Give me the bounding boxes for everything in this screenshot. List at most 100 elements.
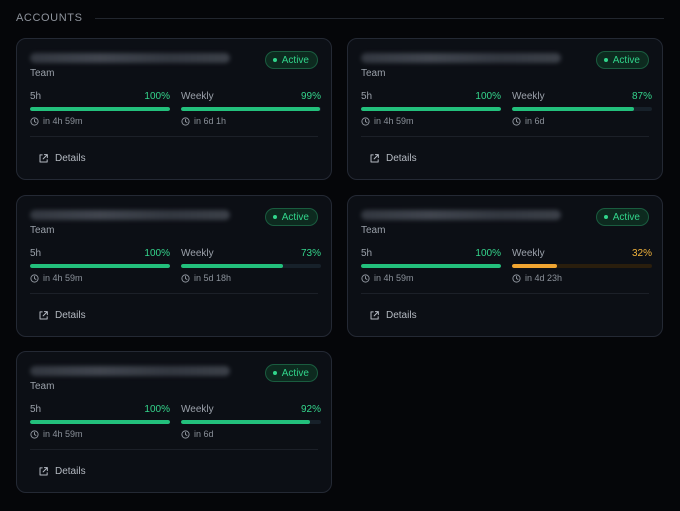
usage-weekly-percent: 87% <box>631 91 652 102</box>
usage-5h-reset-text: in 4h 59m <box>43 273 83 283</box>
status-label: Active <box>281 211 309 223</box>
usage-5h-label: 5h <box>361 248 373 259</box>
usage-5h-reset: in 4h 59m <box>361 273 501 283</box>
clock-icon <box>181 429 190 439</box>
card-divider <box>30 449 318 450</box>
usage-weekly-bar-fill <box>512 107 634 111</box>
usage-5h: 5h 100% in 4h 59m <box>30 91 170 126</box>
account-plan: Team <box>361 68 386 79</box>
usage-weekly: Weekly 73% in 5d 18h <box>181 248 321 283</box>
usage-weekly-reset: in 6d <box>512 116 652 126</box>
usage-weekly-label: Weekly <box>181 91 214 102</box>
usage-weekly-label: Weekly <box>512 91 545 102</box>
usage-weekly-reset: in 5d 18h <box>181 273 321 283</box>
usage-5h-percent: 100% <box>144 248 170 259</box>
clock-icon <box>181 273 190 283</box>
status-badge: Active <box>264 51 318 69</box>
usage-5h-bar-fill <box>30 264 170 268</box>
details-button[interactable]: Details <box>38 151 86 165</box>
external-link-icon <box>370 153 379 162</box>
usage-weekly-bar-fill <box>181 264 284 268</box>
usage-weekly-percent: 92% <box>300 404 321 415</box>
status-dot-icon <box>272 371 277 375</box>
section-divider <box>94 17 664 19</box>
usage-weekly-percent: 99% <box>300 91 321 102</box>
clock-icon <box>181 116 190 126</box>
usage-5h: 5h 100% in 4h 59m <box>361 248 501 283</box>
usage-weekly-bar <box>181 420 321 424</box>
usage-weekly: Weekly 32% in 4d 23h <box>512 248 652 283</box>
usage-weekly-reset-text: in 4d 23h <box>525 273 563 283</box>
usage-weekly-label: Weekly <box>512 248 545 259</box>
usage-weekly-percent: 73% <box>300 248 321 259</box>
usage-weekly-bar <box>512 107 652 111</box>
usage-weekly-bar <box>512 264 652 268</box>
account-card: redacted-email-address-5 Team Active 5h … <box>16 351 332 493</box>
details-button[interactable]: Details <box>38 464 86 478</box>
usage-5h-label: 5h <box>30 404 42 415</box>
usage-5h: 5h 100% in 4h 59m <box>30 248 170 283</box>
status-badge: Active <box>264 364 318 382</box>
usage-weekly-reset: in 6d 1h <box>181 116 321 126</box>
section-title: ACCOUNTS <box>16 12 83 24</box>
account-plan: Team <box>361 225 386 236</box>
clock-icon <box>30 273 39 283</box>
usage-5h: 5h 100% in 4h 59m <box>30 404 170 439</box>
usage-5h-percent: 100% <box>144 404 170 415</box>
usage-5h-label: 5h <box>30 248 42 259</box>
account-email: redacted-email-address-3 <box>30 210 230 220</box>
usage-5h-bar <box>361 107 501 111</box>
external-link-icon <box>39 310 48 319</box>
usage-weekly-reset-text: in 6d <box>525 116 545 126</box>
details-label: Details <box>386 152 417 164</box>
status-dot-icon <box>272 215 277 219</box>
usage-weekly-bar-fill <box>181 107 320 111</box>
account-email: redacted-email-address-2 <box>361 53 561 63</box>
details-button[interactable]: Details <box>369 151 417 165</box>
details-button[interactable]: Details <box>369 308 417 322</box>
card-divider <box>361 136 649 137</box>
usage-5h-reset-text: in 4h 59m <box>43 116 83 126</box>
clock-icon <box>30 429 39 439</box>
account-plan: Team <box>30 225 55 236</box>
details-label: Details <box>55 309 86 321</box>
status-dot-icon <box>603 215 608 219</box>
usage-5h-reset: in 4h 59m <box>30 116 170 126</box>
status-badge: Active <box>595 208 649 226</box>
usage-weekly: Weekly 99% in 6d 1h <box>181 91 321 126</box>
usage-5h-percent: 100% <box>144 91 170 102</box>
usage-weekly-reset-text: in 5d 18h <box>194 273 232 283</box>
usage-5h-bar-fill <box>361 264 501 268</box>
usage-weekly-reset: in 4d 23h <box>512 273 652 283</box>
usage-5h-bar <box>30 264 170 268</box>
account-email: redacted-email-address-4 <box>361 210 561 220</box>
usage-5h: 5h 100% in 4h 59m <box>361 91 501 126</box>
status-label: Active <box>612 211 640 223</box>
usage-5h-reset: in 4h 59m <box>30 429 170 439</box>
usage-5h-percent: 100% <box>475 91 501 102</box>
details-button[interactable]: Details <box>38 308 86 322</box>
external-link-icon <box>39 153 48 162</box>
status-dot-icon <box>272 58 277 62</box>
usage-weekly-bar <box>181 107 321 111</box>
account-email: redacted-email-address-1 <box>30 53 230 63</box>
clock-icon <box>30 116 39 126</box>
clock-icon <box>361 116 370 126</box>
account-email: redacted-email-address-5 <box>30 366 230 376</box>
usage-5h-reset: in 4h 59m <box>30 273 170 283</box>
status-label: Active <box>612 54 640 66</box>
clock-icon <box>361 273 370 283</box>
details-label: Details <box>386 309 417 321</box>
account-card: redacted-email-address-4 Team Active 5h … <box>347 195 663 337</box>
clock-icon <box>512 116 521 126</box>
usage-5h-label: 5h <box>361 91 373 102</box>
details-label: Details <box>55 465 86 477</box>
clock-icon <box>512 273 521 283</box>
usage-5h-reset: in 4h 59m <box>361 116 501 126</box>
status-dot-icon <box>603 58 608 62</box>
usage-weekly: Weekly 87% in 6d <box>512 91 652 126</box>
usage-5h-percent: 100% <box>475 248 501 259</box>
usage-5h-reset-text: in 4h 59m <box>374 273 414 283</box>
usage-5h-bar <box>361 264 501 268</box>
usage-5h-bar-fill <box>30 420 170 424</box>
